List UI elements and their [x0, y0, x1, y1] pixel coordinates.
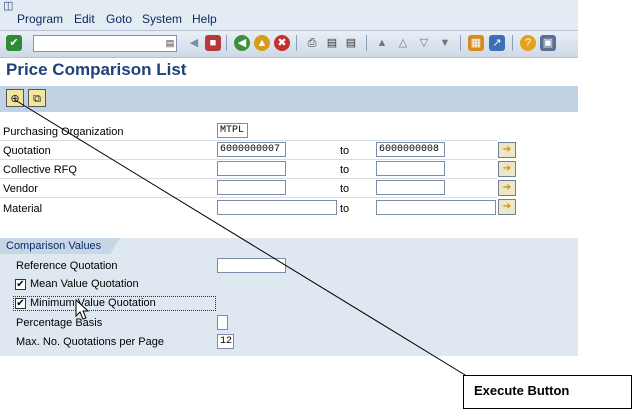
callout-text: Execute Button [474, 383, 570, 398]
execute-button-callout: Execute Button [463, 375, 632, 409]
annotation-overlay [14, 99, 471, 379]
callout-line [14, 99, 471, 379]
mouse-pointer-icon [75, 298, 90, 320]
